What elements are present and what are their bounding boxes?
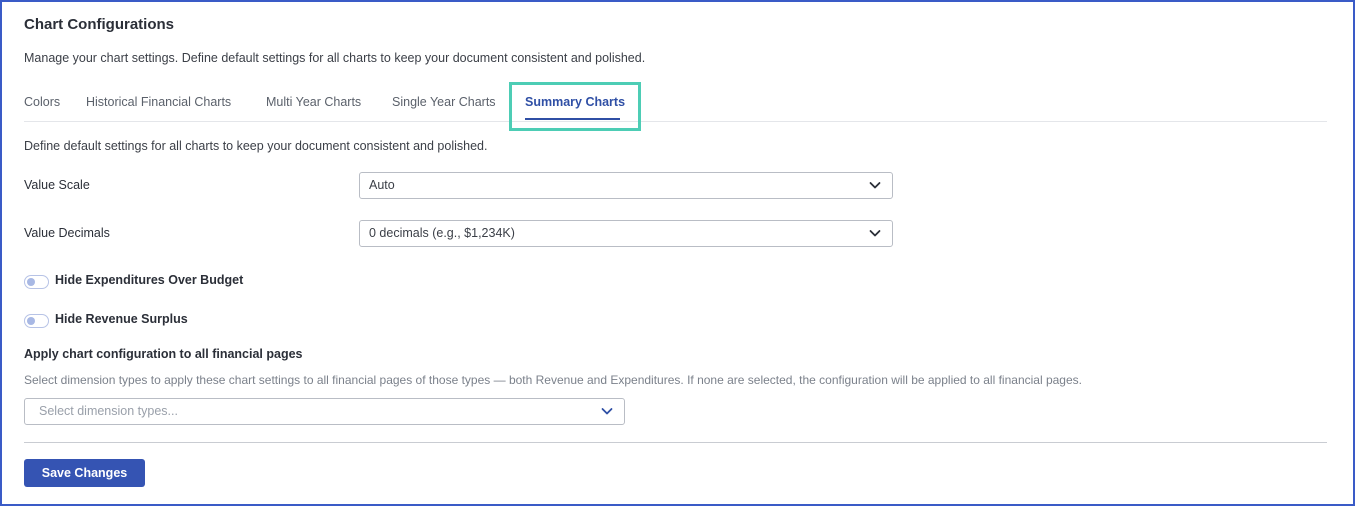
value-scale-label: Value Scale bbox=[24, 178, 90, 192]
chevron-down-icon bbox=[869, 230, 881, 237]
page-description: Manage your chart settings. Define defau… bbox=[24, 51, 646, 65]
chevron-down-icon bbox=[869, 182, 881, 189]
value-decimals-label: Value Decimals bbox=[24, 226, 110, 240]
hide-revenue-label: Hide Revenue Surplus bbox=[55, 312, 188, 326]
hide-revenue-toggle[interactable] bbox=[24, 314, 49, 328]
tab-bar: Colors Historical Financial Charts Multi… bbox=[24, 82, 1327, 131]
chevron-down-icon bbox=[601, 408, 613, 415]
divider bbox=[24, 442, 1327, 443]
tab-summary-charts-label: Summary Charts bbox=[525, 95, 626, 109]
tab-summary-charts[interactable]: Summary Charts bbox=[509, 82, 642, 131]
value-decimals-value: 0 decimals (e.g., $1,234K) bbox=[369, 226, 515, 240]
value-scale-value: Auto bbox=[369, 178, 395, 192]
active-tab-indicator bbox=[525, 118, 621, 120]
apply-configuration-description: Select dimension types to apply these ch… bbox=[24, 373, 1082, 387]
toggle-knob bbox=[27, 278, 35, 286]
section-description: Define default settings for all charts t… bbox=[24, 139, 488, 153]
tab-multi-year-charts[interactable]: Multi Year Charts bbox=[266, 82, 361, 122]
hide-expenditures-toggle[interactable] bbox=[24, 275, 49, 289]
dimension-types-select[interactable]: Select dimension types... bbox=[24, 398, 625, 425]
value-decimals-select[interactable]: 0 decimals (e.g., $1,234K) bbox=[359, 220, 893, 247]
apply-configuration-title: Apply chart configuration to all financi… bbox=[24, 347, 303, 361]
tab-single-year-charts[interactable]: Single Year Charts bbox=[392, 82, 496, 122]
toggle-knob bbox=[27, 317, 35, 325]
tab-colors[interactable]: Colors bbox=[24, 82, 60, 122]
chart-configurations-panel: Chart Configurations Manage your chart s… bbox=[0, 0, 1355, 506]
save-changes-button[interactable]: Save Changes bbox=[24, 459, 145, 487]
hide-expenditures-label: Hide Expenditures Over Budget bbox=[55, 273, 244, 287]
page-title: Chart Configurations bbox=[24, 16, 174, 33]
value-scale-select[interactable]: Auto bbox=[359, 172, 893, 199]
tab-historical-financial-charts[interactable]: Historical Financial Charts bbox=[86, 82, 231, 122]
dimension-types-placeholder: Select dimension types... bbox=[39, 404, 178, 418]
